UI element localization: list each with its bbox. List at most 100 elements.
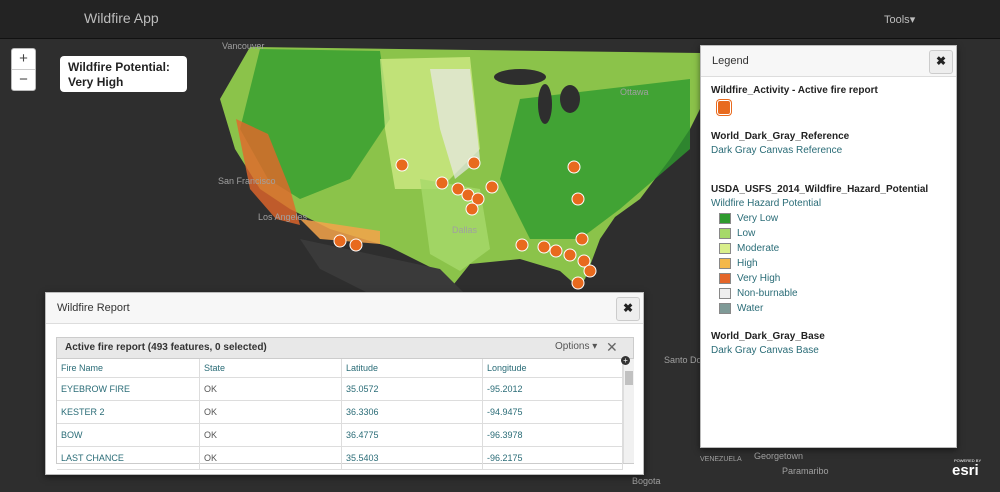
column-header[interactable]: State [199,359,342,378]
legend-title: Legend [712,55,749,67]
table-scrollbar[interactable] [623,359,634,463]
legend-item-label: Non-burnable [737,288,798,299]
legend-item: Low [711,226,946,241]
options-dropdown[interactable]: Options ▾ [555,341,597,352]
top-navbar: Wildfire App Tools▾ [0,0,1000,39]
legend-item: Very Low [711,211,946,226]
east-dark-green [500,79,690,239]
fire-marker [465,202,479,216]
table-row[interactable]: EYEBROW FIRE OK 35.0572 -95.2012 [57,377,623,401]
zoom-in-button[interactable]: + [12,49,35,69]
scroll-thumb[interactable] [625,371,633,385]
table-cell: -95.2012 [482,377,623,401]
legend-swatch [719,288,731,299]
place-label: VENEZUELA [700,456,742,463]
report-title: Wildfire Report [57,302,130,314]
legend-layer-subtitle: Wildfire Hazard Potential [711,198,822,209]
table-cell: LAST CHANCE [57,446,200,470]
column-header[interactable]: Fire Name [57,359,200,378]
legend-swatch [719,228,731,239]
place-label: Vancouver [222,41,265,51]
tools-menu[interactable]: Tools▾ [884,13,915,26]
table-cell: 36.3306 [341,400,483,424]
table-cell: -94.9475 [482,400,623,424]
legend-header: Legend ✖ [701,46,956,77]
legend-item: Non-burnable [711,286,946,301]
legend-layer-title: World_Dark_Gray_Base [711,331,825,342]
fire-marker [395,158,409,172]
legend-layer-title: Wildfire_Activity - Active fire report [711,85,878,96]
fire-marker [467,156,481,170]
place-label: Bogota [632,476,661,486]
legend-swatch [719,213,731,224]
table-cell: OK [199,446,342,470]
legend-swatch [719,243,731,254]
fire-marker [563,248,577,262]
table-cell: -96.3978 [482,423,623,447]
fire-marker [575,232,589,246]
fire-marker [537,240,551,254]
report-header: Wildfire Report ✖ [46,293,643,324]
legend-item: High [711,256,946,271]
table-cell: OK [199,400,342,424]
wildfire-potential-info: Wildfire Potential: Very High [60,56,187,92]
table-cell: 35.5403 [341,446,483,470]
table-cell: 36.4775 [341,423,483,447]
wildfire-report-panel: Wildfire Report ✖ Active fire report (49… [45,292,644,475]
column-header[interactable]: Longitude [482,359,623,378]
legend-item: Very High [711,271,946,286]
legend-body: Wildfire_Activity - Active fire report W… [701,77,956,448]
table-row[interactable]: KESTER 2 OK 36.3306 -94.9475 [57,400,623,424]
table-cell: OK [199,377,342,401]
table-cell: EYEBROW FIRE [57,377,200,401]
place-label: Dallas [452,225,478,235]
legend-swatch [719,303,731,314]
fire-marker [435,176,449,190]
esri-brand: esri [952,462,979,479]
add-column-icon[interactable]: + [621,356,630,365]
place-label: Ottawa [620,87,649,97]
legend-item-label: Low [737,228,756,239]
table-cell: 35.0572 [341,377,483,401]
hazard-legend-list: Very Low Low Moderate High Very High Non-burn… [711,211,946,316]
legend-item: Water [711,301,946,316]
zoom-out-button[interactable]: − [12,69,35,90]
legend-item: Moderate [711,241,946,256]
attribute-table-title: Active fire report (493 features, 0 sele… [65,342,267,353]
tools-label[interactable]: Tools [884,14,910,26]
legend-swatch [719,273,731,284]
table-row[interactable]: BOW OK 36.4775 -96.3978 [57,423,623,447]
legend-item-label: Water [737,303,764,314]
fire-marker [549,244,563,258]
fire-marker [567,160,581,174]
lake-superior [494,69,546,85]
legend-panel: Legend ✖ Wildfire_Activity - Active fire… [700,45,957,448]
app-title: Wildfire App [84,10,159,26]
clear-selection-icon[interactable]: ✕ [606,339,618,356]
place-label: Georgetown [754,451,804,461]
place-label: Paramaribo [782,466,829,476]
table-header-row: Fire Name State Latitude Longitude [57,359,623,378]
place-label: San Francisco [218,176,276,186]
fire-marker [571,276,585,290]
place-label: Los Angeles [258,212,308,222]
legend-layer-subtitle: Dark Gray Canvas Reference [711,145,843,156]
legend-item-label: Very Low [737,213,779,224]
fire-marker [349,238,363,252]
fire-icon [717,100,731,115]
legend-item-label: High [737,258,758,269]
table-cell: -96.2175 [482,446,623,470]
fire-marker [571,192,585,206]
table-row[interactable]: LAST CHANCE OK 35.5403 -96.2175 [57,446,623,470]
lake-michigan [538,84,552,124]
attribute-table: Active fire report (493 features, 0 sele… [56,337,634,470]
column-header[interactable]: Latitude [341,359,483,378]
fire-marker [485,180,499,194]
esri-logo: POWERED BY esri [952,458,981,479]
fire-marker [583,264,597,278]
report-close-button[interactable]: ✖ [616,297,640,321]
fire-table: Fire Name State Latitude Longitude EYEBR… [57,359,623,470]
zoom-control: + − [11,48,36,91]
legend-item-label: Very High [737,273,781,284]
legend-close-button[interactable]: ✖ [929,50,953,74]
